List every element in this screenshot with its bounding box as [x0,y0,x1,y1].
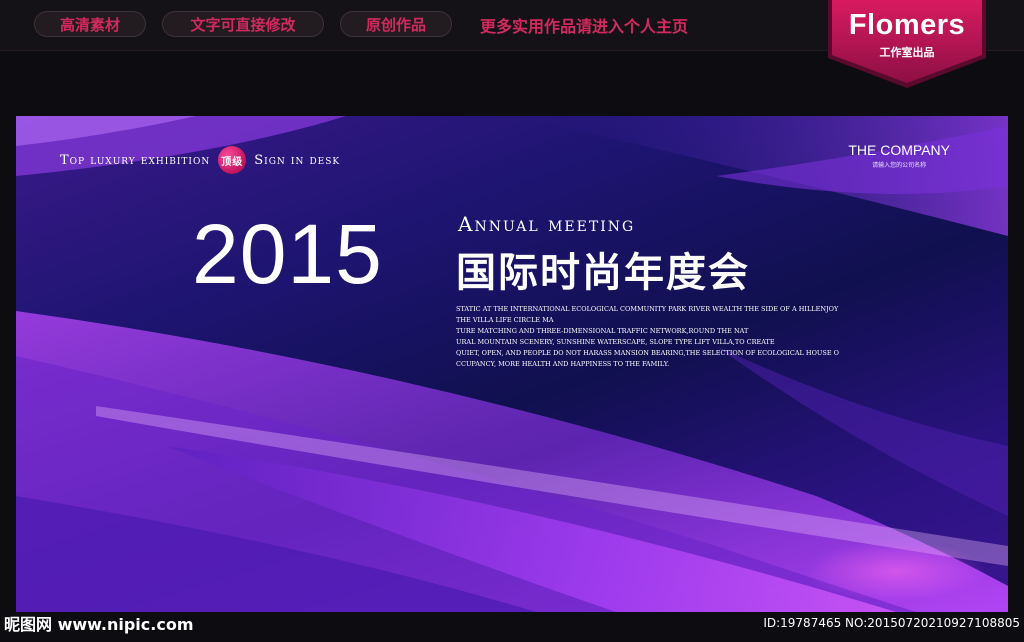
company-name: THE COMPANY [848,142,950,158]
tagline: Top luxury exhibition 顶级 Sign in desk [60,146,340,174]
top-badge: 顶级 [218,146,247,174]
blurb-line: CCUPANCY, MORE HEALTH AND HAPPINESS TO T… [456,360,670,368]
company-block: THE COMPANY 请输入您的公司名称 [848,142,950,169]
blurb-line: TURE MATCHING AND THREE-DIMENSIONAL TRAF… [456,327,749,335]
brand-subtitle: 工作室出品 [879,46,935,59]
tagline-left: Top luxury exhibition [60,152,211,168]
site-watermark[interactable]: 昵图网 www.nipic.com [4,612,194,634]
blurb-line: STATIC AT THE INTERNATIONAL ECOLOGICAL C… [456,305,839,313]
image-id: ID:19787465 NO:20150720210927108805 [763,616,1020,630]
pill-original-work[interactable]: 原创作品 [340,11,452,37]
pill-editable-text[interactable]: 文字可直接修改 [162,11,324,37]
blurb-line: URAL MOUNTAIN SCENERY, SUNSHINE WATERSCA… [456,338,775,346]
company-subtitle: 请输入您的公司名称 [872,163,927,169]
brand-name: Flomers [848,9,966,41]
year-title: 2015 [192,207,383,301]
tagline-right: Sign in desk [254,152,341,168]
chinese-title: 国际时尚年度会 [456,250,750,296]
promo-text[interactable]: 更多实用作品请进入个人主页 [480,12,688,38]
pill-hd-material[interactable]: 高清素材 [34,11,146,37]
blurb-line: THE VILLA LIFE CIRCLE MA [456,316,554,324]
blurb-line: QUIET, OPEN, AND PEOPLE DO NOT HARASS MA… [456,349,839,357]
description-blurb: STATIC AT THE INTERNATIONAL ECOLOGICAL C… [456,304,839,370]
brand-tab[interactable]: Flomers 工作室出品 [828,0,986,90]
poster: Top luxury exhibition 顶级 Sign in desk TH… [16,116,1008,612]
annual-meeting-title: Annual meeting [458,212,636,236]
